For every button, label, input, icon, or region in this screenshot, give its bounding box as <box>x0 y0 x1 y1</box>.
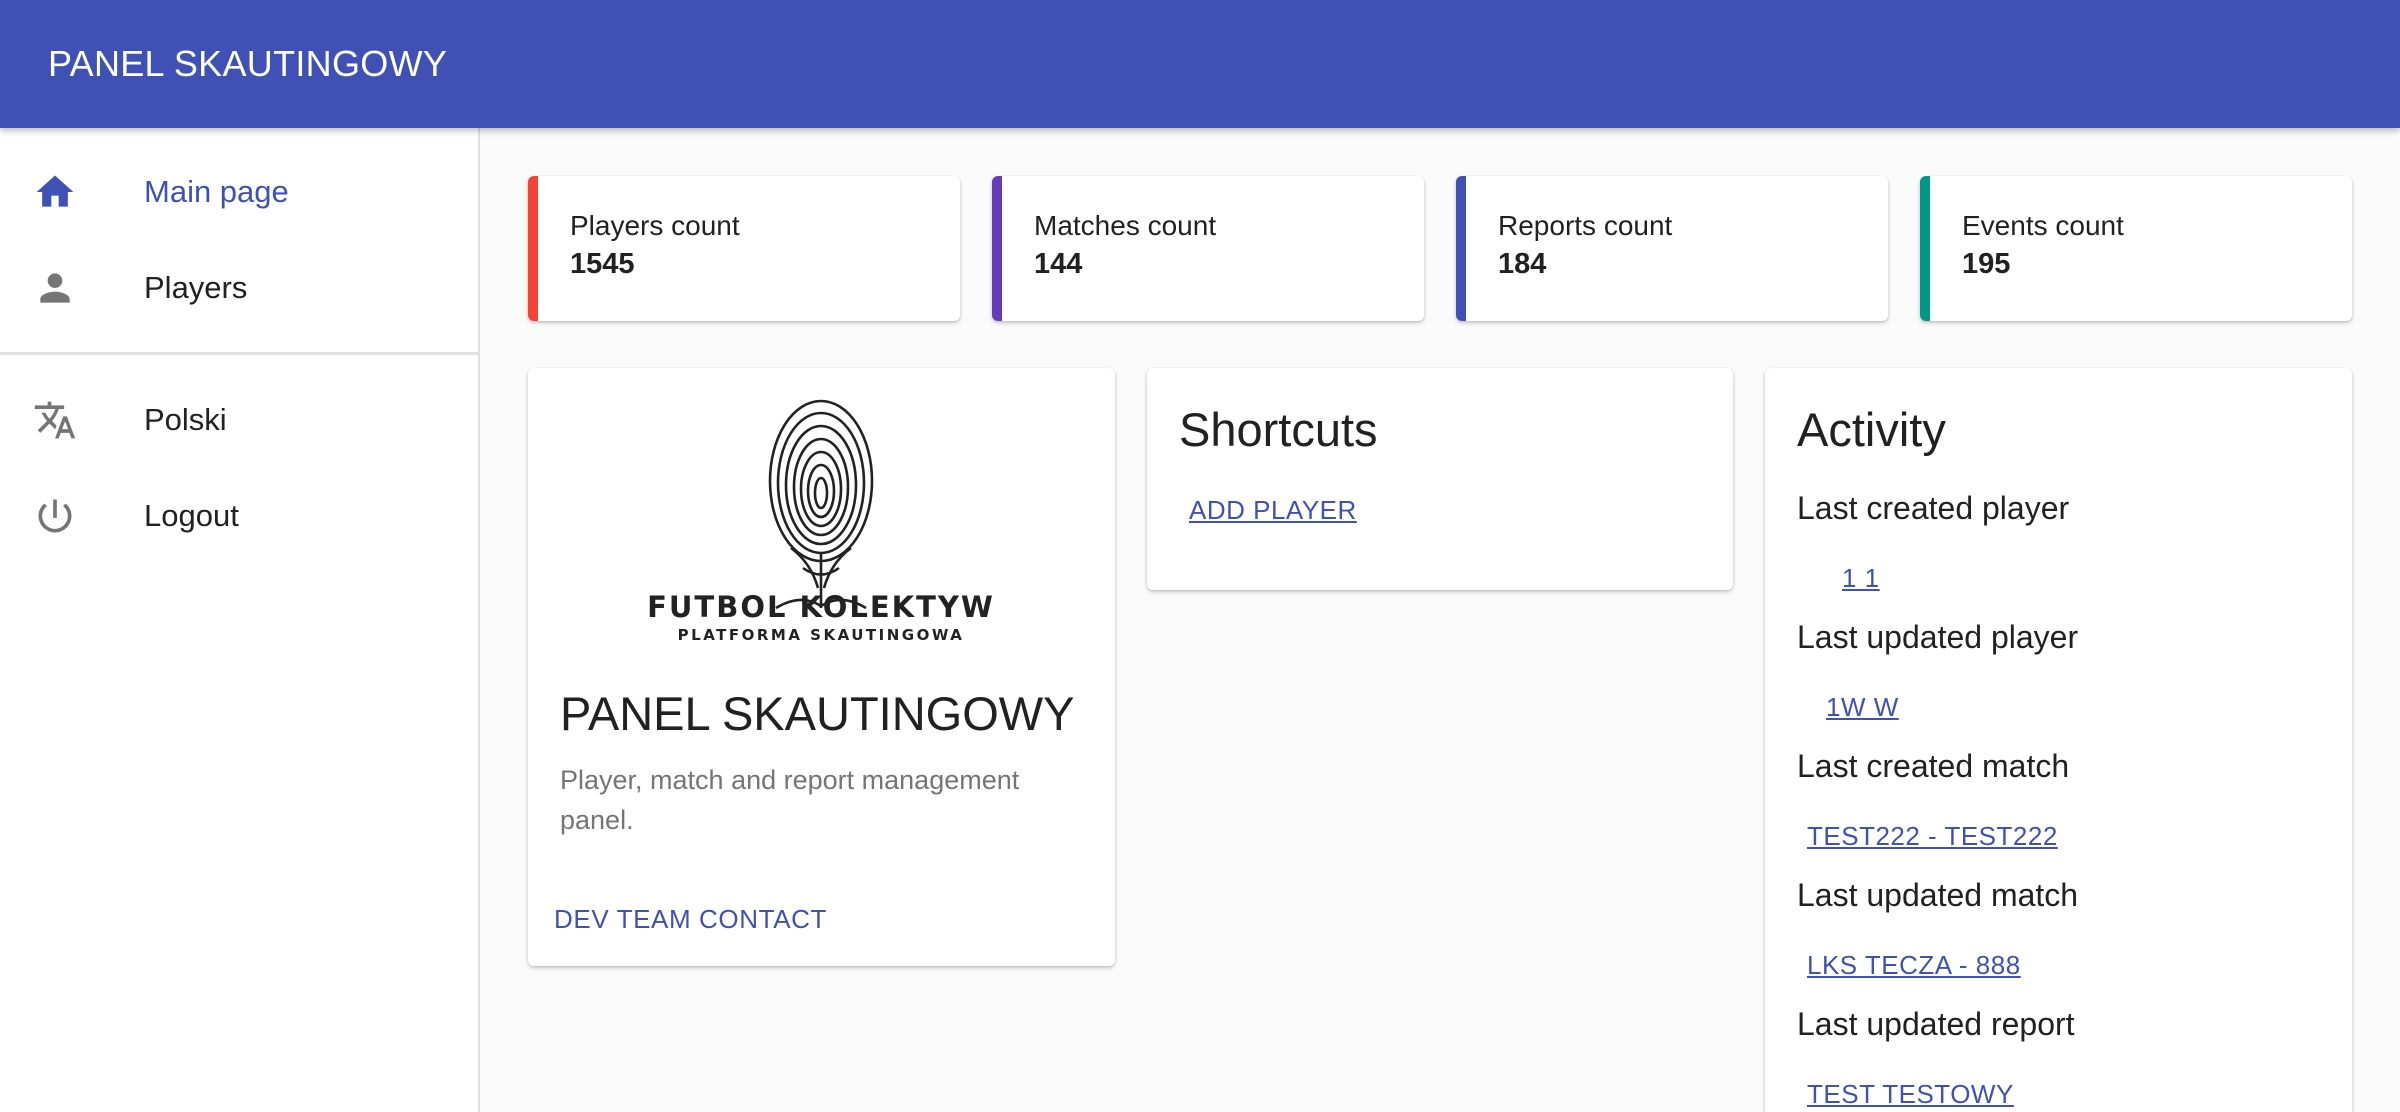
logo-subtext: PLATFORMA SKAUTINGOWA <box>678 626 965 644</box>
sidebar-item-players[interactable]: Players <box>0 240 478 336</box>
power-icon <box>33 494 77 538</box>
stat-label: Events count <box>1962 210 2124 241</box>
futbol-kolektyw-logo: FUTBOL KOLEKTYW PLATFORMA SKAUTINGOWA <box>528 378 1115 650</box>
stat-stripe <box>528 176 538 321</box>
brand-description: Player, match and report management pane… <box>560 765 1020 835</box>
stat-stripe <box>1456 176 1466 321</box>
stat-card-matches: Matches count 144 <box>992 176 1424 321</box>
activity-link[interactable]: 1W W <box>1826 692 1899 723</box>
stat-label: Matches count <box>1034 210 1217 241</box>
sidebar-item-label: Players <box>144 270 248 305</box>
stat-value: 195 <box>1962 248 2011 280</box>
sidebar-item-language[interactable]: Polski <box>0 372 478 468</box>
brand-title: PANEL SKAUTINGOWY <box>560 687 1075 740</box>
app-title: PANEL SKAUTINGOWY <box>48 43 448 84</box>
sidebar-item-label: Logout <box>144 498 239 533</box>
app-bar: PANEL SKAUTINGOWY <box>0 0 2400 128</box>
stat-stripe <box>992 176 1002 321</box>
stat-value: 144 <box>1034 248 1083 280</box>
sidebar-divider <box>0 352 478 355</box>
activity-link[interactable]: LKS TECZA - 888 <box>1807 950 2021 981</box>
activity-link[interactable]: TEST TESTOWY <box>1807 1079 2014 1110</box>
activity-card: Activity Last created player 1 1 Last up… <box>1765 368 2352 1112</box>
activity-label: Last updated player <box>1797 619 2079 655</box>
person-icon <box>33 266 77 310</box>
stat-value: 184 <box>1498 248 1547 280</box>
activity-label: Last created player <box>1797 490 2070 526</box>
stat-card-players: Players count 1545 <box>528 176 960 321</box>
sidebar: Main page Players Polski Logout <box>0 128 480 1112</box>
brand-card: FUTBOL KOLEKTYW PLATFORMA SKAUTINGOWA PA… <box>528 368 1115 966</box>
sidebar-item-label: Polski <box>144 402 227 437</box>
activity-label: Last created match <box>1797 748 2070 784</box>
activity-label: Last updated match <box>1797 877 2079 913</box>
sidebar-item-main-page[interactable]: Main page <box>0 144 478 240</box>
home-icon <box>33 170 77 214</box>
stat-label: Reports count <box>1498 210 1673 241</box>
logo-text: FUTBOL KOLEKTYW <box>647 590 995 624</box>
sidebar-item-label: Main page <box>144 174 289 209</box>
translate-icon <box>33 398 77 442</box>
activity-link[interactable]: 1 1 <box>1842 563 1880 594</box>
activity-label: Last updated report <box>1797 1006 2075 1042</box>
stat-stripe <box>1920 176 1930 321</box>
stat-value: 1545 <box>570 248 635 280</box>
activity-link[interactable]: TEST222 - TEST222 <box>1807 821 2058 852</box>
dev-team-contact-button[interactable]: DEV TEAM CONTACT <box>554 904 827 935</box>
sidebar-item-logout[interactable]: Logout <box>0 468 478 564</box>
add-player-link[interactable]: ADD PLAYER <box>1189 495 1357 526</box>
shortcuts-title: Shortcuts <box>1179 403 1378 456</box>
stat-label: Players count <box>570 210 740 241</box>
activity-title: Activity <box>1797 403 1946 456</box>
shortcuts-card: Shortcuts ADD PLAYER <box>1147 368 1733 590</box>
stat-card-events: Events count 195 <box>1920 176 2352 321</box>
stat-card-reports: Reports count 184 <box>1456 176 1888 321</box>
